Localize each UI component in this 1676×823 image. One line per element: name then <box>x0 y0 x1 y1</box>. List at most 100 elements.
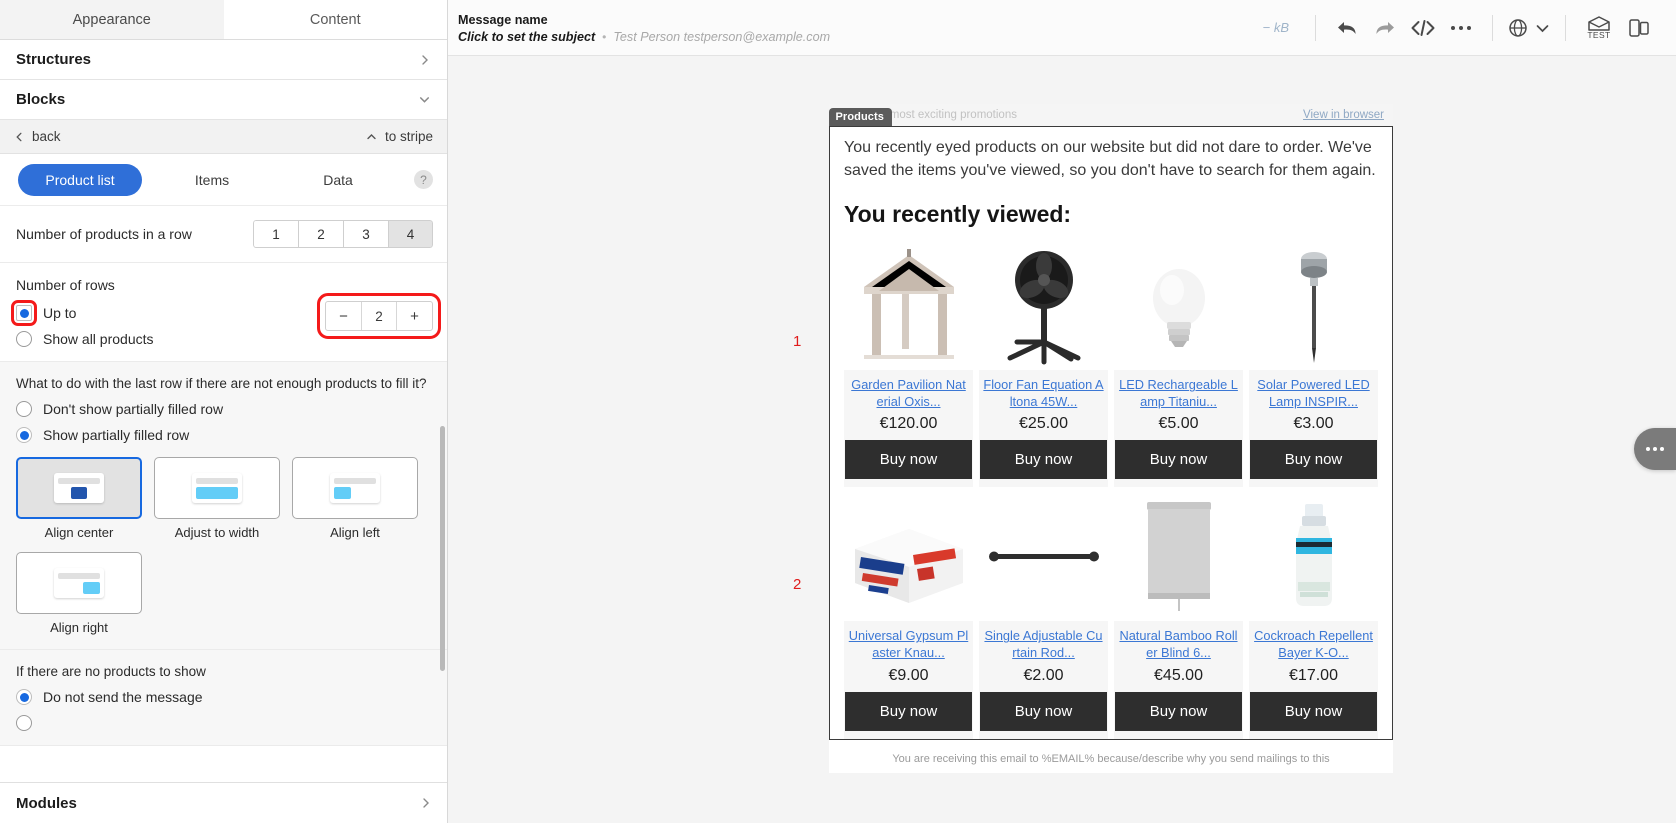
buy-now-button[interactable]: Buy now <box>980 691 1107 731</box>
product-row-2: Universal Gypsum Pl aster Knau... €9.00 … <box>844 493 1378 739</box>
align-option-left[interactable]: Align left <box>292 457 418 540</box>
chevron-down-icon[interactable] <box>1531 9 1553 47</box>
align-right-card[interactable] <box>16 552 142 614</box>
rows-increment-button[interactable]: + <box>396 302 432 330</box>
more-options-icon[interactable] <box>1634 428 1676 470</box>
align-center-card[interactable] <box>16 457 142 519</box>
buy-now-button[interactable]: Buy now <box>1115 691 1242 731</box>
radio-row-do-not-send[interactable]: Do not send the message <box>16 689 433 705</box>
view-in-browser-link[interactable]: View in browser <box>1303 109 1384 121</box>
to-stripe-label: to stripe <box>384 129 433 144</box>
radio-row-show-all[interactable]: Show all products <box>16 331 325 347</box>
buy-now-button[interactable]: Buy now <box>1115 440 1242 480</box>
headline-text[interactable]: You recently viewed: <box>844 201 1378 228</box>
undo-icon[interactable] <box>1328 9 1366 47</box>
setting-number-of-rows: Number of rows Up to Show all products −… <box>0 263 447 362</box>
section-structures[interactable]: Structures <box>0 40 447 80</box>
radio-row-hidden-option[interactable] <box>16 715 433 731</box>
buy-now-button[interactable]: Buy now <box>845 691 972 731</box>
setting-last-row: What to do with the last row if there ar… <box>0 362 447 650</box>
settings-scrollbar[interactable] <box>440 426 445 671</box>
product-card[interactable]: Universal Gypsum Pl aster Knau... €9.00 … <box>844 493 973 739</box>
product-name-link[interactable]: Solar Powered LED Lamp INSPIR... <box>1249 376 1378 410</box>
radio-row-up-to[interactable]: Up to <box>11 300 325 326</box>
buy-now-button[interactable]: Buy now <box>845 440 972 480</box>
product-card[interactable]: Cockroach Repellent Bayer K-O... €17.00 … <box>1249 493 1378 739</box>
product-card[interactable]: LED Rechargeable L amp Titaniu... €5.00 … <box>1114 242 1243 488</box>
radio-row-dont-show-partial[interactable]: Don't show partially filled row <box>16 401 433 417</box>
setting-products-in-row: Number of products in a row 1 2 3 4 <box>0 206 447 263</box>
device-preview-icon[interactable] <box>1620 9 1658 47</box>
product-name-link[interactable]: Floor Fan Equation A ltona 45W... <box>979 376 1108 410</box>
align-center-label: Align center <box>44 525 114 540</box>
row-marker-1: 1 <box>793 333 801 350</box>
product-name-link[interactable]: LED Rechargeable L amp Titaniu... <box>1114 376 1243 410</box>
message-name[interactable]: Message name <box>458 11 830 30</box>
section-blocks[interactable]: Blocks <box>0 80 447 120</box>
section-modules[interactable]: Modules <box>0 783 447 823</box>
buy-now-button[interactable]: Buy now <box>980 440 1107 480</box>
align-option-right[interactable]: Align right <box>16 552 142 635</box>
rows-value-input[interactable]: 2 <box>362 302 396 330</box>
radio-show-all-input[interactable] <box>16 331 32 347</box>
rows-decrement-button[interactable]: − <box>326 302 362 330</box>
product-name-link[interactable]: Universal Gypsum Pl aster Knau... <box>844 627 973 661</box>
radio-row-show-partial[interactable]: Show partially filled row <box>16 427 433 443</box>
product-name-link[interactable]: Single Adjustable Cu rtain Rod... <box>979 627 1108 661</box>
help-icon[interactable]: ? <box>414 170 433 189</box>
tab-appearance[interactable]: Appearance <box>0 0 224 39</box>
intro-text[interactable]: You recently eyed products on our websit… <box>844 137 1378 182</box>
product-price: €17.00 <box>1289 666 1338 684</box>
email-preview: der of the most exciting promotions View… <box>828 104 1393 773</box>
product-card[interactable]: Natural Bamboo Roll er Blind 6... €45.00… <box>1114 493 1243 739</box>
align-option-adjust-width[interactable]: Adjust to width <box>154 457 280 540</box>
subtab-product-list[interactable]: Product list <box>18 163 142 196</box>
back-button[interactable]: back <box>14 129 61 144</box>
buy-now-button[interactable]: Buy now <box>1250 691 1377 731</box>
products-in-row-option-1[interactable]: 1 <box>253 220 298 248</box>
product-card[interactable]: Garden Pavilion Nat erial Oxis... €120.0… <box>844 242 973 488</box>
product-card[interactable]: Floor Fan Equation A ltona 45W... €25.00… <box>979 242 1108 488</box>
product-price: €9.00 <box>888 666 929 684</box>
align-left-card[interactable] <box>292 457 418 519</box>
product-name-link[interactable]: Garden Pavilion Nat erial Oxis... <box>844 376 973 410</box>
subtab-data[interactable]: Data <box>278 172 398 188</box>
radio-hidden-option-input[interactable] <box>16 715 32 731</box>
language-globe-icon[interactable] <box>1505 9 1531 47</box>
option-3-label: 3 <box>362 226 370 242</box>
product-name-link[interactable]: Natural Bamboo Roll er Blind 6... <box>1114 627 1243 661</box>
chevron-left-icon <box>14 131 25 143</box>
no-products-label: If there are no products to show <box>16 664 206 679</box>
radio-dont-show-partial-input[interactable] <box>16 401 32 417</box>
products-in-row-option-4[interactable]: 4 <box>388 220 433 248</box>
more-icon[interactable] <box>1442 9 1480 47</box>
radio-show-partial-input[interactable] <box>16 427 32 443</box>
radio-up-to-input[interactable] <box>11 300 37 326</box>
buy-now-button[interactable]: Buy now <box>1250 440 1377 480</box>
radio-up-to-label: Up to <box>43 305 77 321</box>
subtab-items[interactable]: Items <box>152 172 272 188</box>
align-adjust-width-card[interactable] <box>154 457 280 519</box>
toolbar-divider <box>1315 14 1316 41</box>
product-card[interactable]: Solar Powered LED Lamp INSPIR... €3.00 B… <box>1249 242 1378 488</box>
product-price: €3.00 <box>1293 415 1334 433</box>
redo-icon[interactable] <box>1366 9 1404 47</box>
align-option-center[interactable]: Align center <box>16 457 142 540</box>
panel-tabs: Appearance Content <box>0 0 447 40</box>
product-card[interactable]: Single Adjustable Cu rtain Rod... €2.00 … <box>979 493 1108 739</box>
products-block[interactable]: Products You recently eyed products on o… <box>828 108 1393 740</box>
tab-content[interactable]: Content <box>223 0 447 39</box>
subject-placeholder[interactable]: Click to set the subject <box>458 30 595 44</box>
test-email-icon[interactable]: TEST <box>1578 9 1620 47</box>
subtab-product-list-label: Product list <box>45 171 115 188</box>
radio-do-not-send-label: Do not send the message <box>43 689 203 705</box>
subtab-data-label: Data <box>323 171 353 188</box>
message-meta: Message name Click to set the subject • … <box>458 11 830 45</box>
to-stripe-button[interactable]: to stripe <box>365 129 433 144</box>
product-name-link[interactable]: Cockroach Repellent Bayer K-O... <box>1249 627 1378 661</box>
radio-do-not-send-input[interactable] <box>16 689 32 705</box>
code-icon[interactable] <box>1404 9 1442 47</box>
products-in-row-option-2[interactable]: 2 <box>298 220 343 248</box>
products-in-row-option-3[interactable]: 3 <box>343 220 388 248</box>
help-icon-label: ? <box>420 172 427 187</box>
